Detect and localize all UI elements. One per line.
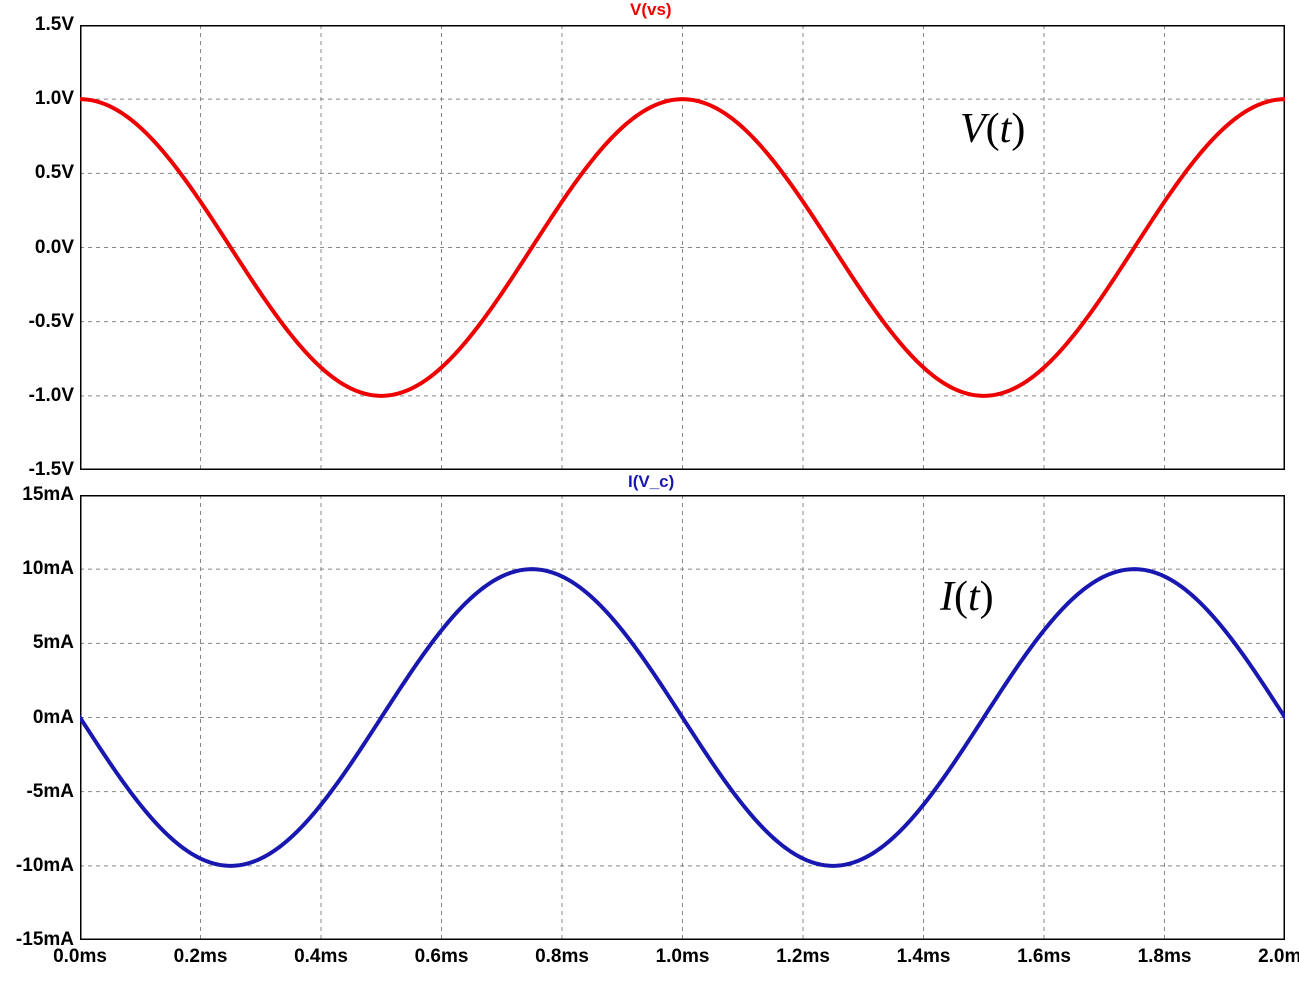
y-tick-label: 0mA xyxy=(0,707,74,729)
figure-container: V(vs) V(t) I(V_c) I(t) -1.5V -1.0V -0.5V 0.… xyxy=(0,0,1299,1000)
x-tick-label: 2.0ms xyxy=(1245,946,1299,968)
x-tick-label: 1.6ms xyxy=(1004,946,1084,968)
top-plot-title: V(vs) xyxy=(630,0,672,20)
x-tick-label: 0.2ms xyxy=(161,946,241,968)
x-tick-label: 1.2ms xyxy=(763,946,843,968)
x-tick-label: 0.4ms xyxy=(281,946,361,968)
y-tick-label: -0.5V xyxy=(0,311,74,333)
bottom-plot xyxy=(80,495,1285,940)
top-annotation: V(t) xyxy=(960,105,1025,153)
bottom-plot-title: I(V_c) xyxy=(628,472,674,492)
y-tick-label: 0.0V xyxy=(0,237,74,259)
x-tick-label: 1.0ms xyxy=(643,946,723,968)
y-tick-label: -5mA xyxy=(0,781,74,803)
y-tick-label: 5mA xyxy=(0,632,74,654)
y-tick-label: -1.5V xyxy=(0,459,74,481)
y-tick-label: 1.0V xyxy=(0,88,74,110)
bottom-plot-svg xyxy=(80,495,1285,940)
x-tick-label: 0.6ms xyxy=(402,946,482,968)
x-tick-label: 0.8ms xyxy=(522,946,602,968)
top-plot-svg xyxy=(80,25,1285,470)
annot-v: V xyxy=(960,106,986,152)
y-tick-label: 15mA xyxy=(0,484,74,506)
top-plot xyxy=(80,25,1285,470)
bottom-annotation: I(t) xyxy=(940,573,994,621)
annot-i: I xyxy=(940,574,954,620)
x-tick-label: 0.0ms xyxy=(40,946,120,968)
y-tick-label: 10mA xyxy=(0,558,74,580)
x-tick-label: 1.4ms xyxy=(884,946,964,968)
y-tick-label: -1.0V xyxy=(0,385,74,407)
y-tick-label: 1.5V xyxy=(0,14,74,36)
x-tick-label: 1.8ms xyxy=(1125,946,1205,968)
y-tick-label: -10mA xyxy=(0,855,74,877)
y-tick-label: 0.5V xyxy=(0,162,74,184)
